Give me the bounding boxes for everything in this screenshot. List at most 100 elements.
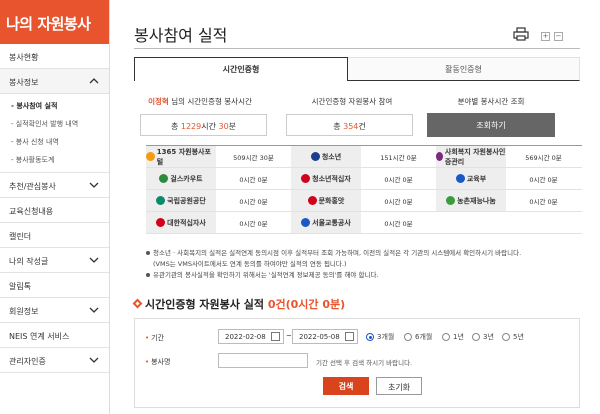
- calendar-icon[interactable]: [345, 332, 354, 341]
- diamond-icon: [132, 298, 143, 309]
- sidebar-title: 나의 자원봉사: [0, 0, 109, 44]
- total-prefix: 총: [170, 122, 181, 131]
- date-to-input[interactable]: 2022-05-08: [292, 329, 358, 344]
- chevron-down-icon: [89, 357, 99, 363]
- submenu-item-stats[interactable]: - 봉사활동도계: [0, 151, 109, 169]
- org-logo: 대한적십자사: [146, 212, 216, 233]
- submenu-item-applications[interactable]: - 봉사 신청 내역: [0, 133, 109, 151]
- org-logo-text: 교육부: [466, 174, 487, 183]
- sidebar-item-alimtalk[interactable]: 알림톡: [0, 273, 109, 298]
- sidebar-item-education[interactable]: 교육신청내용: [0, 198, 109, 223]
- tab-activity-certified[interactable]: 활동인증형: [348, 57, 580, 81]
- date-separator: ~: [286, 332, 292, 340]
- org-emblem-icon: [307, 196, 317, 205]
- org-row: 1365 자원봉사포털 509시간 30분 청소년 151시간 0분 사회복지 자원봉사…: [146, 146, 582, 168]
- note-item: 청소년 · 사회복지의 실적은 실적연계 동의시점 이후 실적부터 조회 가능하…: [146, 248, 582, 259]
- org-hours-value: 0시간 0분: [384, 219, 413, 228]
- chevron-down-icon: [89, 307, 99, 313]
- note-text: 유관기관의 봉사실적을 확인하기 위해서는 '실적연계 정보제공 동의'를 해야…: [153, 271, 379, 279]
- radio-icon: [404, 333, 412, 341]
- radio-selected-icon: [366, 333, 374, 341]
- radio-icon: [472, 333, 480, 341]
- page-title: 봉사참여 실적: [134, 26, 228, 45]
- sidebar-item-status[interactable]: 봉사현황: [0, 44, 109, 69]
- org-logo: 서울교통공사: [291, 212, 361, 233]
- zoom-in-button[interactable]: +: [541, 32, 550, 41]
- org-logo-text: 1365 자원봉사포털: [156, 147, 211, 166]
- section-result: 0건(0시간 0분): [267, 298, 346, 311]
- note-item: (VMS는 VMS사이트에서도 연계 동의를 하여야만 실적의 연동 됩니다.): [153, 260, 347, 268]
- calendar-icon[interactable]: [271, 332, 280, 341]
- sidebar-item-label: 캘린더: [9, 232, 32, 241]
- org-hours-value: 0시간 0분: [239, 197, 268, 206]
- period-label-text: 기간: [151, 334, 165, 342]
- sidebar-item-label: 추천/관심봉사: [9, 182, 56, 191]
- org-hours-value: 0시간 0분: [384, 197, 413, 206]
- total-count-value: 354: [343, 122, 359, 131]
- org-logo: 청소년: [291, 146, 361, 167]
- divider: [134, 48, 580, 49]
- sidebar-item-label: 봉사정보: [9, 78, 39, 87]
- org-emblem-icon: [436, 152, 443, 161]
- radio-5years[interactable]: 5년: [502, 332, 524, 342]
- tab-time-certified[interactable]: 시간인증형: [134, 57, 348, 81]
- empty-cell: [436, 212, 506, 233]
- sidebar-item-member[interactable]: 회원정보: [0, 298, 109, 323]
- radio-icon: [442, 333, 450, 341]
- total-hours-box: 총 1229시간 30분: [140, 114, 267, 136]
- org-row: 대한적십자사 0시간 0분 서울교통공사 0시간 0분: [146, 212, 582, 234]
- org-hours-value: 569시간 0분: [525, 153, 562, 162]
- radio-3years[interactable]: 3년: [472, 332, 494, 342]
- org-logo-text: 사회복지 자원봉사인증관리: [444, 147, 506, 166]
- sidebar-item-recommend[interactable]: 추천/관심봉사: [0, 173, 109, 198]
- bullet-icon: •: [145, 358, 150, 366]
- radio-3months[interactable]: 3개월: [366, 332, 394, 342]
- submenu-item-certificate[interactable]: - 실적확인서 발행 내역: [0, 115, 109, 133]
- radio-icon: [502, 333, 510, 341]
- sidebar-item-calendar[interactable]: 캘린더: [0, 223, 109, 248]
- section-title: 시간인증형 자원봉사 실적 0건(0시간 0분): [132, 296, 346, 312]
- org-emblem-icon: [310, 152, 320, 161]
- sidebar-item-label: 봉사현황: [9, 53, 39, 62]
- org-hours-value: 0시간 0분: [529, 175, 558, 184]
- count-unit: 건: [358, 122, 366, 131]
- total-minutes-value: 30: [218, 122, 229, 131]
- org-logo-text: 문화홍앗: [318, 196, 345, 205]
- count-heading: 시간인증형 자원봉사 참여: [311, 97, 393, 106]
- org-logo-text: 대한적십자사: [167, 218, 206, 227]
- search-button[interactable]: 검색: [323, 377, 369, 395]
- total-count-box: 총 354건: [286, 114, 413, 136]
- note-item: 유관기관의 봉사실적을 확인하기 위해서는 '실적연계 정보제공 동의'를 해야…: [146, 270, 582, 281]
- view-button[interactable]: 조회하기: [427, 113, 555, 137]
- radio-label: 3년: [483, 333, 494, 341]
- org-hours-value: 0시간 0분: [529, 197, 558, 206]
- service-name-input[interactable]: [218, 353, 308, 368]
- reset-button[interactable]: 초기화: [376, 377, 422, 395]
- date-from-input[interactable]: 2022-02-08: [218, 329, 284, 344]
- sidebar-item-info[interactable]: 봉사정보: [0, 69, 109, 94]
- minutes-unit: 분: [228, 122, 237, 131]
- user-name: 이정혁: [148, 97, 169, 106]
- section-title-text: 시간인증형 자원봉사 실적: [145, 298, 268, 311]
- radio-1year[interactable]: 1년: [442, 332, 464, 342]
- radio-label: 3개월: [377, 333, 395, 341]
- radio-6months[interactable]: 6개월: [404, 332, 432, 342]
- hours-unit: 시간: [201, 122, 219, 131]
- sidebar-item-posts[interactable]: 나의 작성글: [0, 248, 109, 273]
- submenu-item-record[interactable]: - 봉사참여 실적: [0, 97, 109, 115]
- date-from-value: 2022-02-08: [225, 333, 266, 341]
- org-hours-value: 0시간 0분: [239, 219, 268, 228]
- sidebar-item-admin[interactable]: 관리자인증: [0, 348, 109, 373]
- sidebar-item-neis[interactable]: NEIS 연계 서비스: [0, 323, 109, 348]
- org-hours-value: 151시간 0분: [380, 153, 417, 162]
- sidebar-item-label: 관리자인증: [9, 357, 46, 366]
- sidebar-item-label: 교육신청내용: [9, 207, 54, 216]
- radio-label: 5년: [513, 333, 524, 341]
- print-icon[interactable]: [513, 27, 529, 41]
- empty-cell: [506, 212, 581, 233]
- org-emblem-icon: [156, 218, 166, 227]
- zoom-out-button[interactable]: −: [554, 32, 563, 41]
- sidebar-item-label: 알림톡: [9, 282, 32, 291]
- chevron-down-icon: [89, 182, 99, 188]
- bullet-icon: •: [145, 334, 150, 342]
